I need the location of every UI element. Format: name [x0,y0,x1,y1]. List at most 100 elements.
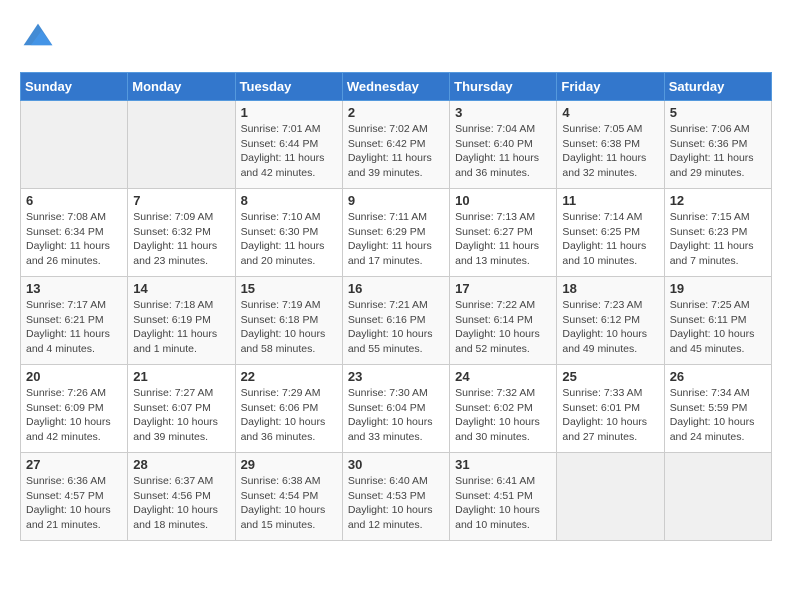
day-cell: 4Sunrise: 7:05 AM Sunset: 6:38 PM Daylig… [557,101,664,189]
day-number: 3 [455,105,551,120]
day-cell: 25 Sunrise: 7:33 AM Sunset: 6:01 PM Dayli… [557,365,664,453]
week-row-4: 20 Sunrise: 7:26 AM Sunset: 6:09 PM Dayli… [21,365,772,453]
day-info: Sunrise: 7:27 AM Sunset: 6:07 PM Dayligh… [133,386,229,445]
day-info: Sunrise: 7:13 AM Sunset: 6:27 PM Dayligh… [455,210,551,269]
day-number: 25 [562,369,658,384]
day-number: 13 [26,281,122,296]
day-info: Sunrise: 7:14 AM Sunset: 6:25 PM Dayligh… [562,210,658,269]
header-sunday: Sunday [21,73,128,101]
day-cell: 7 Sunrise: 7:09 AM Sunset: 6:32 PM Daylig… [128,189,235,277]
day-cell [21,101,128,189]
header-wednesday: Wednesday [342,73,449,101]
day-number: 27 [26,457,122,472]
day-info: Sunrise: 6:41 AM Sunset: 4:51 PM Dayligh… [455,474,551,533]
week-row-2: 6Sunrise: 7:08 AM Sunset: 6:34 PM Daylig… [21,189,772,277]
day-number: 31 [455,457,551,472]
day-cell [664,453,771,541]
day-cell: 8 Sunrise: 7:10 AM Sunset: 6:30 PM Daylig… [235,189,342,277]
day-number: 21 [133,369,229,384]
day-cell: 10 Sunrise: 7:13 AM Sunset: 6:27 PM Dayli… [450,189,557,277]
day-info: Sunrise: 7:22 AM Sunset: 6:14 PM Dayligh… [455,298,551,357]
day-cell: 24 Sunrise: 7:32 AM Sunset: 6:02 PM Dayli… [450,365,557,453]
day-number: 9 [348,193,444,208]
day-number: 19 [670,281,766,296]
day-number: 23 [348,369,444,384]
day-number: 7 [133,193,229,208]
day-info: Sunrise: 6:40 AM Sunset: 4:53 PM Dayligh… [348,474,444,533]
day-cell: 5Sunrise: 7:06 AM Sunset: 6:36 PM Daylig… [664,101,771,189]
day-number: 17 [455,281,551,296]
day-cell: 27 Sunrise: 6:36 AM Sunset: 4:57 PM Dayli… [21,453,128,541]
day-cell: 19 Sunrise: 7:25 AM Sunset: 6:11 PM Dayli… [664,277,771,365]
header-thursday: Thursday [450,73,557,101]
day-cell: 2Sunrise: 7:02 AM Sunset: 6:42 PM Daylig… [342,101,449,189]
header-row: SundayMondayTuesdayWednesdayThursdayFrid… [21,73,772,101]
day-info: Sunrise: 7:17 AM Sunset: 6:21 PM Dayligh… [26,298,122,357]
header-saturday: Saturday [664,73,771,101]
page-header [20,20,772,56]
day-cell: 14 Sunrise: 7:18 AM Sunset: 6:19 PM Dayli… [128,277,235,365]
header-monday: Monday [128,73,235,101]
day-number: 15 [241,281,337,296]
day-info: Sunrise: 7:25 AM Sunset: 6:11 PM Dayligh… [670,298,766,357]
day-cell: 26 Sunrise: 7:34 AM Sunset: 5:59 PM Dayli… [664,365,771,453]
day-cell: 9 Sunrise: 7:11 AM Sunset: 6:29 PM Daylig… [342,189,449,277]
day-info: Sunrise: 6:38 AM Sunset: 4:54 PM Dayligh… [241,474,337,533]
day-info: Sunrise: 7:05 AM Sunset: 6:38 PM Dayligh… [562,122,658,181]
day-info: Sunrise: 7:29 AM Sunset: 6:06 PM Dayligh… [241,386,337,445]
day-number: 26 [670,369,766,384]
day-number: 18 [562,281,658,296]
header-tuesday: Tuesday [235,73,342,101]
day-number: 29 [241,457,337,472]
day-info: Sunrise: 7:11 AM Sunset: 6:29 PM Dayligh… [348,210,444,269]
day-number: 11 [562,193,658,208]
day-cell [128,101,235,189]
day-info: Sunrise: 7:19 AM Sunset: 6:18 PM Dayligh… [241,298,337,357]
day-cell: 20 Sunrise: 7:26 AM Sunset: 6:09 PM Dayli… [21,365,128,453]
day-number: 24 [455,369,551,384]
day-info: Sunrise: 7:30 AM Sunset: 6:04 PM Dayligh… [348,386,444,445]
day-cell: 1Sunrise: 7:01 AM Sunset: 6:44 PM Daylig… [235,101,342,189]
day-cell: 28 Sunrise: 6:37 AM Sunset: 4:56 PM Dayli… [128,453,235,541]
logo [20,20,60,56]
week-row-5: 27 Sunrise: 6:36 AM Sunset: 4:57 PM Dayli… [21,453,772,541]
day-info: Sunrise: 6:36 AM Sunset: 4:57 PM Dayligh… [26,474,122,533]
day-number: 22 [241,369,337,384]
day-cell: 17 Sunrise: 7:22 AM Sunset: 6:14 PM Dayli… [450,277,557,365]
day-info: Sunrise: 7:26 AM Sunset: 6:09 PM Dayligh… [26,386,122,445]
day-info: Sunrise: 7:02 AM Sunset: 6:42 PM Dayligh… [348,122,444,181]
day-number: 20 [26,369,122,384]
day-cell: 18 Sunrise: 7:23 AM Sunset: 6:12 PM Dayli… [557,277,664,365]
day-info: Sunrise: 7:04 AM Sunset: 6:40 PM Dayligh… [455,122,551,181]
day-cell: 30 Sunrise: 6:40 AM Sunset: 4:53 PM Dayli… [342,453,449,541]
day-number: 12 [670,193,766,208]
day-info: Sunrise: 7:32 AM Sunset: 6:02 PM Dayligh… [455,386,551,445]
header-friday: Friday [557,73,664,101]
day-info: Sunrise: 7:34 AM Sunset: 5:59 PM Dayligh… [670,386,766,445]
day-info: Sunrise: 7:23 AM Sunset: 6:12 PM Dayligh… [562,298,658,357]
day-number: 10 [455,193,551,208]
calendar-table: SundayMondayTuesdayWednesdayThursdayFrid… [20,72,772,541]
day-info: Sunrise: 7:10 AM Sunset: 6:30 PM Dayligh… [241,210,337,269]
day-info: Sunrise: 7:21 AM Sunset: 6:16 PM Dayligh… [348,298,444,357]
day-info: Sunrise: 7:09 AM Sunset: 6:32 PM Dayligh… [133,210,229,269]
week-row-3: 13 Sunrise: 7:17 AM Sunset: 6:21 PM Dayli… [21,277,772,365]
day-info: Sunrise: 7:18 AM Sunset: 6:19 PM Dayligh… [133,298,229,357]
day-cell: 15 Sunrise: 7:19 AM Sunset: 6:18 PM Dayli… [235,277,342,365]
day-info: Sunrise: 7:15 AM Sunset: 6:23 PM Dayligh… [670,210,766,269]
day-cell: 11 Sunrise: 7:14 AM Sunset: 6:25 PM Dayli… [557,189,664,277]
day-number: 28 [133,457,229,472]
day-info: Sunrise: 7:06 AM Sunset: 6:36 PM Dayligh… [670,122,766,181]
day-cell: 23 Sunrise: 7:30 AM Sunset: 6:04 PM Dayli… [342,365,449,453]
day-info: Sunrise: 7:01 AM Sunset: 6:44 PM Dayligh… [241,122,337,181]
day-number: 6 [26,193,122,208]
day-number: 8 [241,193,337,208]
day-cell: 3 Sunrise: 7:04 AM Sunset: 6:40 PM Daylig… [450,101,557,189]
day-info: Sunrise: 6:37 AM Sunset: 4:56 PM Dayligh… [133,474,229,533]
day-cell: 6Sunrise: 7:08 AM Sunset: 6:34 PM Daylig… [21,189,128,277]
day-number: 14 [133,281,229,296]
week-row-1: 1Sunrise: 7:01 AM Sunset: 6:44 PM Daylig… [21,101,772,189]
day-number: 30 [348,457,444,472]
day-info: Sunrise: 7:33 AM Sunset: 6:01 PM Dayligh… [562,386,658,445]
day-cell [557,453,664,541]
